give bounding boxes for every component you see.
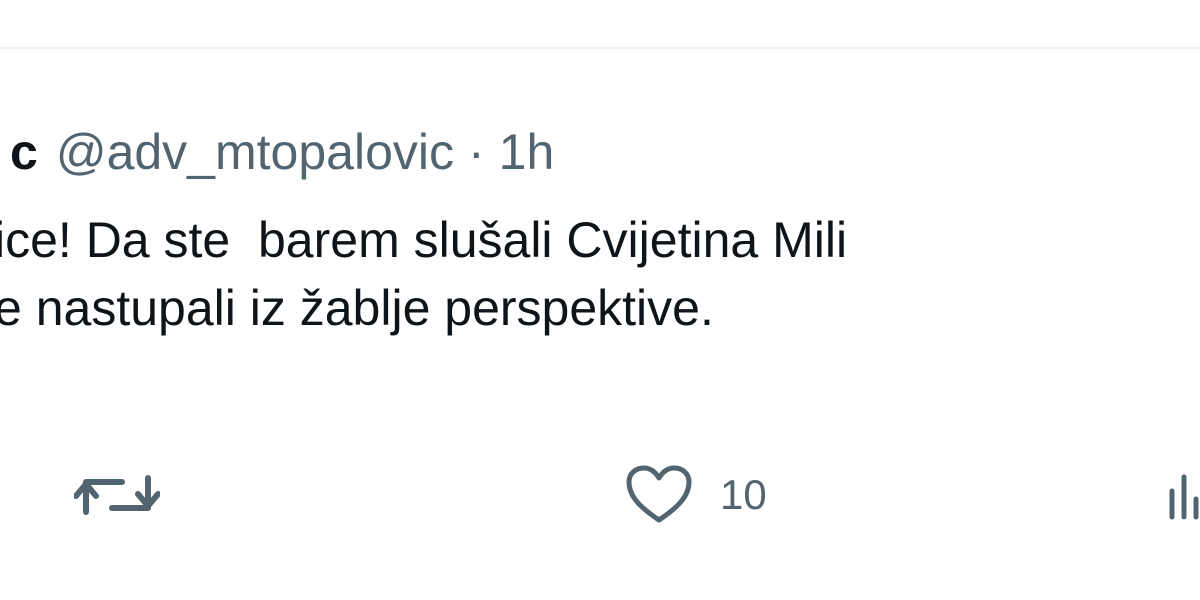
author-name[interactable]: c: [10, 120, 38, 184]
tweet-text-line-1: ice! Da ste barem slušali Cvijetina Mili: [0, 212, 848, 268]
retweet-button[interactable]: [74, 460, 160, 530]
tweet-text-line-2: e nastupali iz žablje perspektive.: [0, 280, 714, 336]
top-divider: [0, 47, 1200, 49]
tweet-header: c @adv_mtopalovic · 1h: [10, 120, 554, 184]
tweet-actions-bar: 10: [0, 460, 1200, 530]
analytics-button[interactable]: [1166, 460, 1200, 530]
header-separator: ·: [467, 124, 485, 180]
heart-icon: [624, 464, 694, 526]
tweet-screenshot: c @adv_mtopalovic · 1h ice! Da ste barem…: [0, 0, 1200, 600]
retweet-icon: [74, 468, 160, 522]
tweet-timestamp[interactable]: 1h: [499, 120, 555, 184]
like-button[interactable]: 10: [624, 460, 767, 530]
tweet-text: ice! Da ste barem slušali Cvijetina Mili…: [0, 206, 1200, 342]
author-handle[interactable]: @adv_mtopalovic: [56, 120, 454, 184]
like-count: 10: [720, 471, 767, 518]
analytics-icon: [1166, 467, 1200, 523]
